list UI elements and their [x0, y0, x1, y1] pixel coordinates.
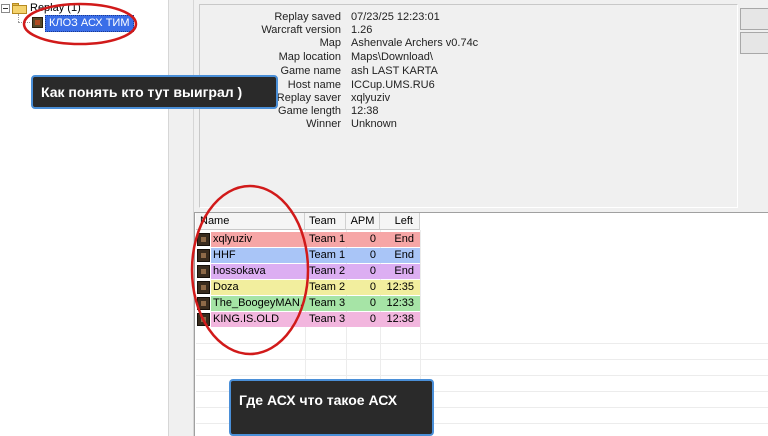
- column-header-left[interactable]: Left: [380, 213, 420, 230]
- player-avatar-icon: [197, 313, 210, 326]
- callout-who-won: Как понять кто тут выиграл ): [31, 75, 278, 109]
- replay-tree[interactable]: Replay (1) КЛОЗ АСХ ТИМ: [0, 0, 168, 436]
- value-map: Ashenvale Archers v0.74c: [351, 37, 479, 49]
- player-avatar-icon: [197, 249, 210, 262]
- player-team: Team 2: [305, 264, 346, 279]
- label-winner: Winner: [306, 118, 341, 130]
- player-left: 12:35: [380, 280, 420, 295]
- player-left: 12:33: [380, 296, 420, 311]
- player-left: 12:38: [380, 312, 420, 327]
- label-map-location: Map location: [278, 51, 341, 63]
- player-name: KING.IS.OLD: [211, 312, 305, 327]
- player-avatar-icon: [197, 297, 210, 310]
- tree-root-label[interactable]: Replay (1): [30, 0, 81, 16]
- label-warcraft-version: Warcraft version: [261, 24, 341, 36]
- player-apm: 0: [346, 296, 380, 311]
- player-apm: 0: [346, 232, 380, 247]
- label-replay-saver: Replay saver: [276, 92, 341, 104]
- folder-icon: [12, 3, 27, 14]
- player-left: End: [380, 264, 420, 279]
- player-name: hossokava: [211, 264, 305, 279]
- label-replay-saved: Replay saved: [274, 11, 341, 23]
- player-apm: 0: [346, 264, 380, 279]
- player-avatar-icon: [197, 281, 210, 294]
- player-team: Team 2: [305, 280, 346, 295]
- player-avatar-icon: [197, 265, 210, 278]
- player-name: The_BoogeyMAN.: [211, 296, 305, 311]
- column-header-apm[interactable]: APM: [346, 213, 380, 230]
- player-apm: 0: [346, 248, 380, 263]
- label-host-name: Host name: [287, 79, 341, 91]
- player-avatar-icon: [197, 233, 210, 246]
- value-game-length: 12:38: [351, 105, 379, 117]
- value-replay-saver: xqlyuziv: [351, 92, 391, 104]
- player-team: Team 1: [305, 248, 346, 263]
- value-winner: Unknown: [351, 118, 397, 130]
- player-left: End: [380, 248, 420, 263]
- player-left: End: [380, 232, 420, 247]
- column-header-team[interactable]: Team: [305, 213, 346, 230]
- value-warcraft-version: 1.26: [351, 24, 373, 36]
- player-team: Team 3: [305, 296, 346, 311]
- player-apm: 0: [346, 280, 380, 295]
- player-name: HHF: [211, 248, 305, 263]
- value-map-location: Maps\Download\: [351, 51, 433, 63]
- side-button-2[interactable]: [740, 32, 768, 54]
- player-team: Team 1: [305, 232, 346, 247]
- player-name: xqlyuziv: [211, 232, 305, 247]
- replay-file-icon: [32, 17, 43, 28]
- label-game-name: Game name: [280, 65, 341, 77]
- column-header-name[interactable]: Name: [196, 213, 305, 230]
- side-button-1[interactable]: [740, 8, 768, 30]
- player-team: Team 3: [305, 312, 346, 327]
- panel-splitter[interactable]: [168, 0, 194, 436]
- player-apm: 0: [346, 312, 380, 327]
- value-host-name: ICCup.UMS.RU6: [351, 79, 435, 91]
- collapse-toggle[interactable]: [1, 4, 10, 13]
- value-game-name: ash LAST KARTA: [351, 65, 438, 77]
- callout-what-is-asx: Где АСХ что такое АСХ: [229, 379, 434, 436]
- tree-item-replay[interactable]: КЛОЗ АСХ ТИМ: [45, 15, 134, 32]
- label-game-length: Game length: [278, 105, 341, 117]
- value-replay-saved: 07/23/25 12:23:01: [351, 11, 440, 23]
- label-map: Map: [319, 37, 341, 49]
- player-name: Doza: [211, 280, 305, 295]
